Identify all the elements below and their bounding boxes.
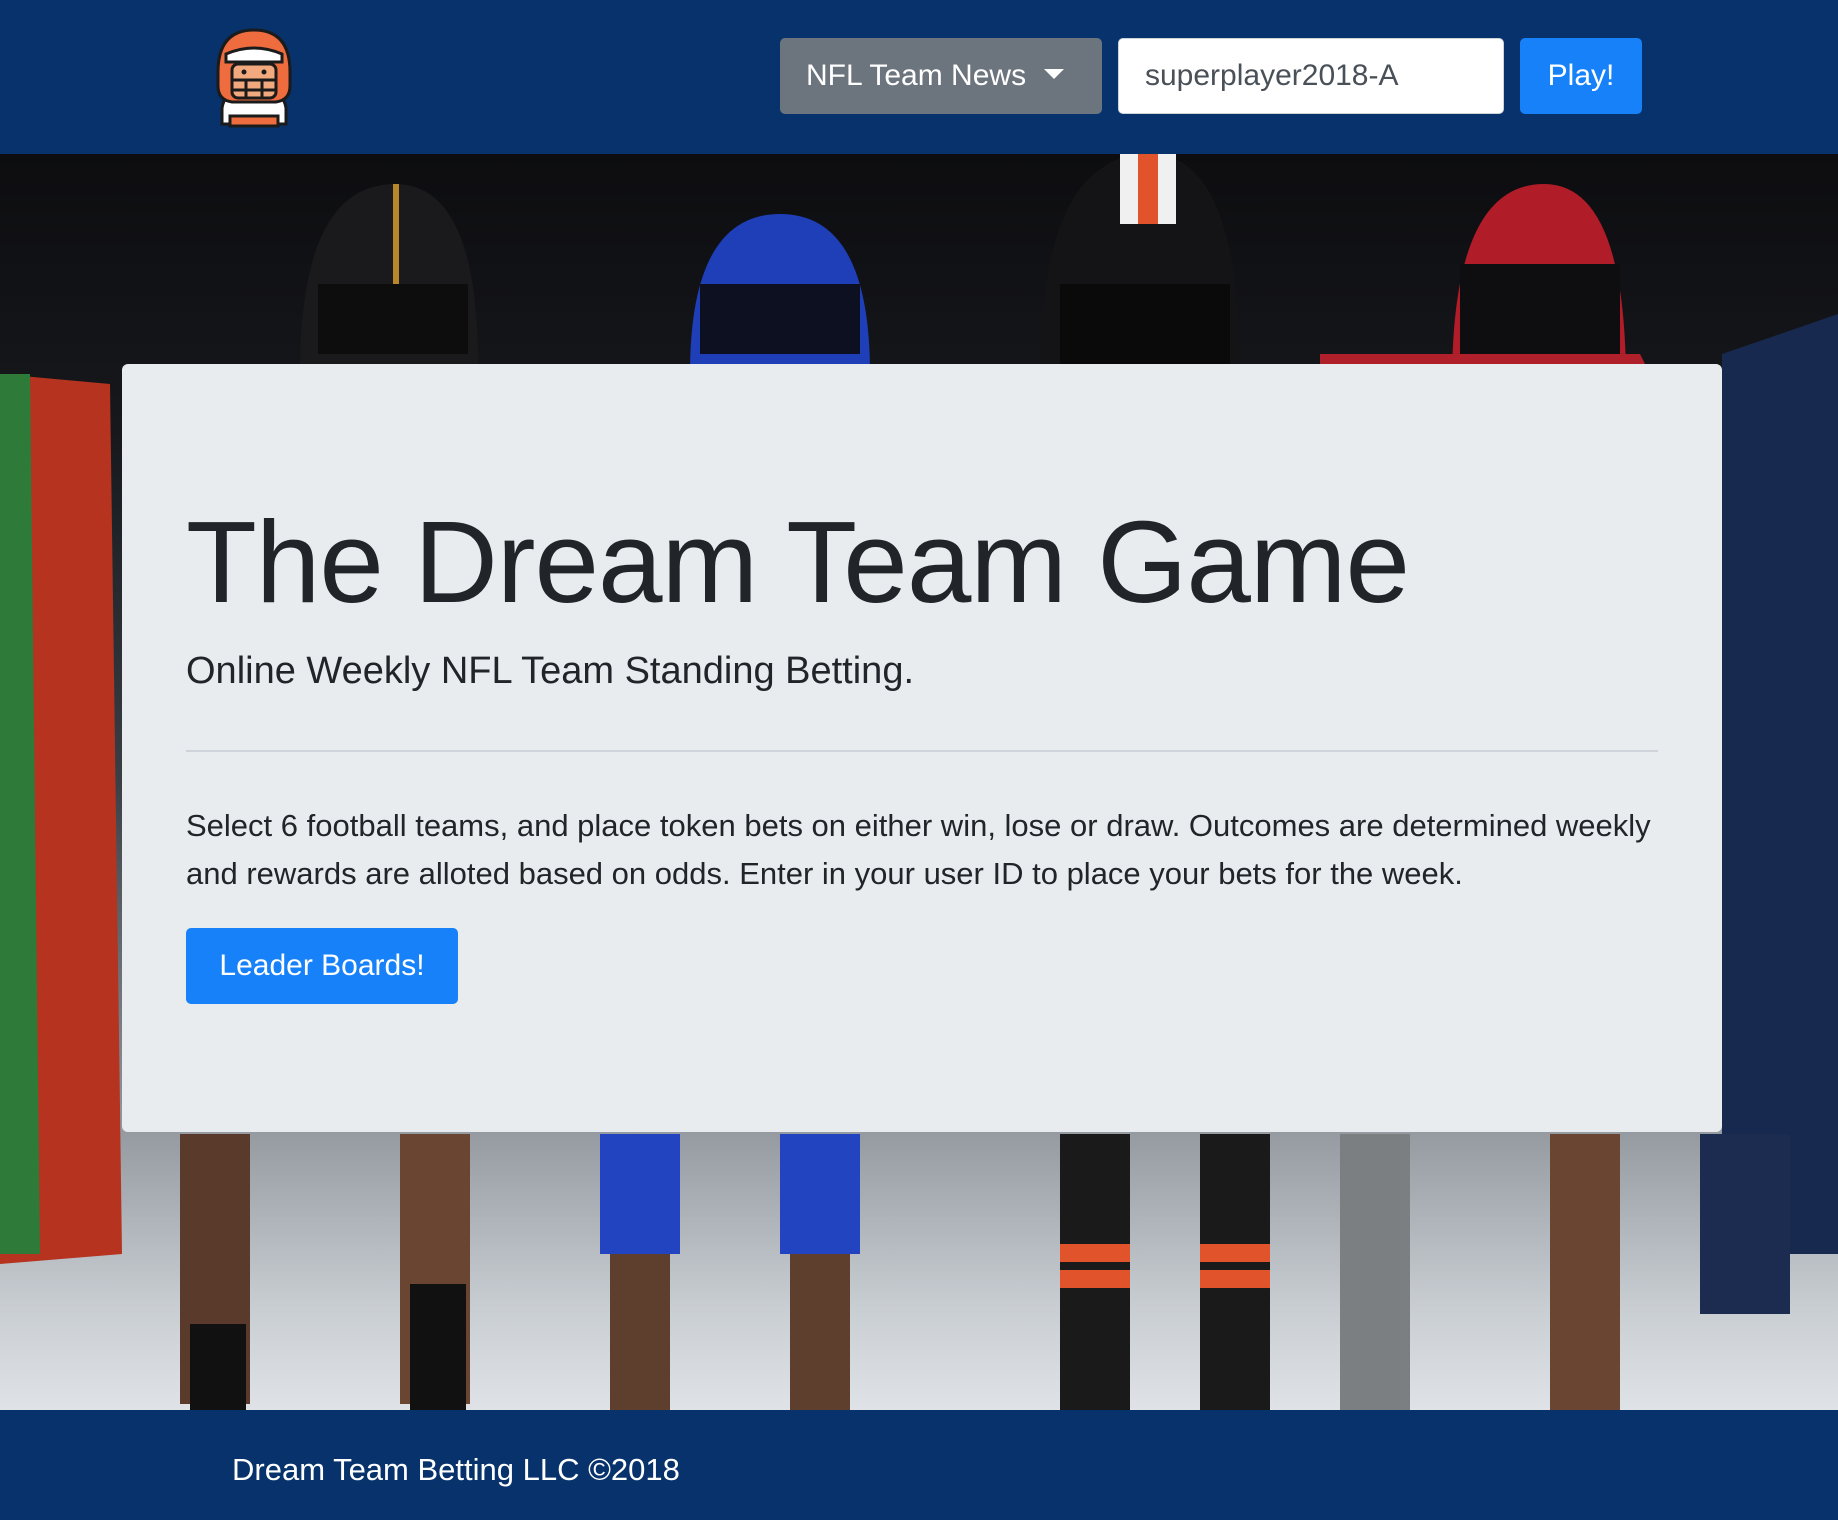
nfl-team-news-dropdown[interactable]: NFL Team News xyxy=(780,38,1102,114)
page-title: The Dream Team Game xyxy=(186,497,1410,627)
leader-boards-button[interactable]: Leader Boards! xyxy=(186,928,458,1004)
jumbotron: The Dream Team Game Online Weekly NFL Te… xyxy=(122,364,1722,1132)
play-button[interactable]: Play! xyxy=(1520,38,1642,114)
navbar: NFL Team News Play! xyxy=(0,0,1838,154)
footer: Dream Team Betting LLC ©2018 xyxy=(0,1410,1838,1520)
caret-down-icon xyxy=(1044,69,1065,79)
footer-copyright: Dream Team Betting LLC ©2018 xyxy=(232,1452,680,1487)
description-text: Select 6 football teams, and place token… xyxy=(186,808,1651,891)
lead-text: Online Weekly NFL Team Standing Betting. xyxy=(186,650,915,692)
dropdown-label: NFL Team News xyxy=(806,59,1027,92)
divider xyxy=(186,750,1658,752)
user-id-input[interactable] xyxy=(1118,38,1504,114)
football-player-icon[interactable] xyxy=(212,24,296,128)
